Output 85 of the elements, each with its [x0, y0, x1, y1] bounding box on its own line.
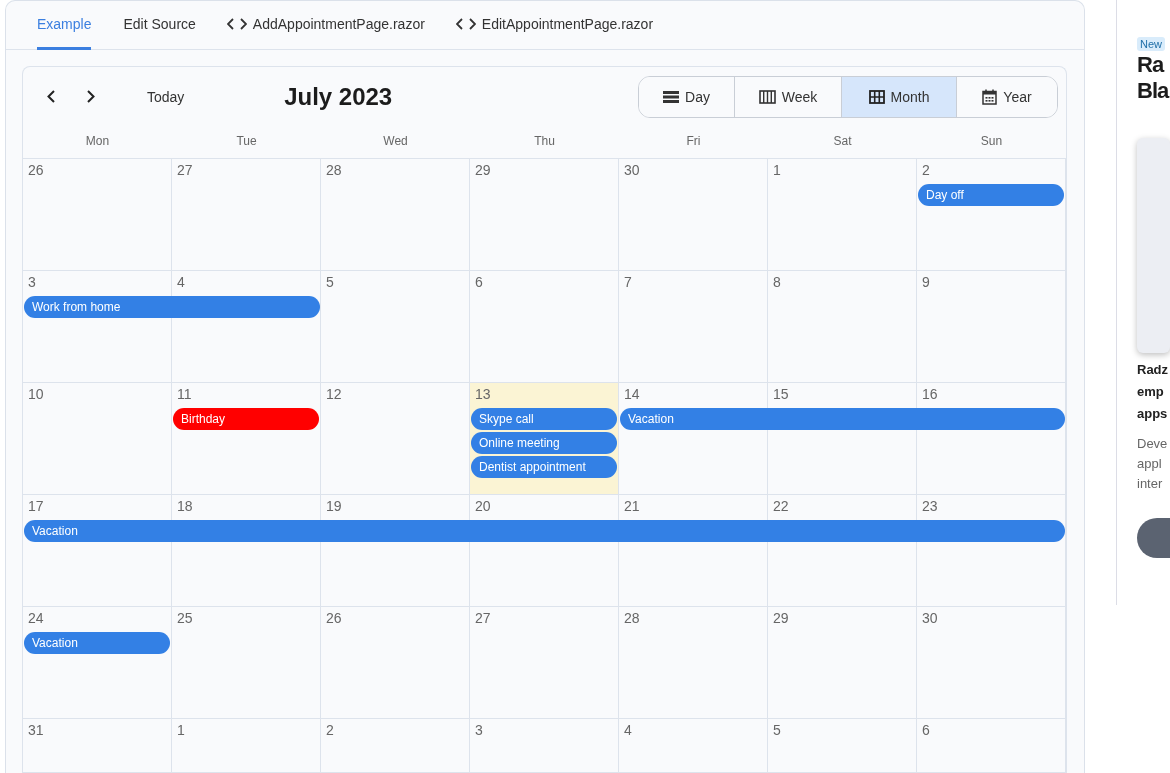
code-icon — [226, 18, 247, 30]
tab[interactable]: AddAppointmentPage.razor — [226, 1, 440, 50]
weekday-header: Sun — [979, 133, 1004, 150]
event-bar[interactable]: Day off — [918, 184, 1064, 206]
month-view-icon — [868, 89, 885, 104]
day-number: 14 — [623, 385, 640, 404]
day-number: 21 — [623, 497, 640, 516]
promo-title: Ra — [1137, 52, 1165, 78]
chevron-right-icon — [87, 90, 95, 103]
calendar-title: July 2023 — [283, 82, 394, 111]
event-bar[interactable]: Online meeting — [471, 432, 617, 454]
promo-subtitle: apps — [1137, 405, 1169, 423]
code-icon — [455, 18, 476, 30]
day-number: 25 — [176, 609, 193, 628]
weekday-header: Tue — [235, 133, 258, 150]
day-number: 5 — [325, 273, 334, 292]
promo-subtitle: emp — [1137, 383, 1165, 401]
day-number: 30 — [921, 609, 938, 628]
day-number: 15 — [772, 385, 789, 404]
week-view-icon — [758, 89, 776, 104]
day-number: 13 — [474, 385, 491, 404]
weekday-header: Wed — [382, 133, 409, 150]
day-number: 8 — [772, 273, 781, 292]
day-number: 4 — [176, 273, 185, 292]
day-number: 1 — [176, 721, 185, 740]
day-view-icon — [663, 90, 680, 103]
promo-subtitle: Radz — [1137, 361, 1170, 379]
tab[interactable]: Edit Source — [123, 1, 211, 50]
new-badge: New — [1137, 37, 1165, 51]
today-button[interactable]: Today — [143, 82, 189, 111]
day-number: 20 — [474, 497, 491, 516]
promo-text: appl — [1137, 455, 1163, 473]
day-number: 1 — [772, 161, 781, 180]
day-number: 19 — [325, 497, 342, 516]
chevron-left-icon — [47, 90, 55, 103]
event-bar[interactable]: Vacation — [24, 520, 1065, 542]
day-number: 10 — [27, 385, 44, 404]
tab[interactable]: EditAppointmentPage.razor — [455, 1, 669, 50]
day-number: 9 — [921, 273, 930, 292]
event-bar[interactable]: Vacation — [24, 632, 170, 654]
promo-title: Bla — [1137, 78, 1170, 104]
day-number: 5 — [772, 721, 781, 740]
day-number: 22 — [772, 497, 789, 516]
day-number: 2 — [921, 161, 930, 180]
day-number: 24 — [27, 609, 44, 628]
day-number: 27 — [176, 161, 193, 180]
view-button[interactable]: Month — [841, 76, 956, 117]
calendar-icon — [982, 88, 998, 105]
day-number: 3 — [474, 721, 483, 740]
day-number: 26 — [27, 161, 44, 180]
weekday-header: Thu — [533, 133, 556, 150]
promo-text: Deve — [1137, 435, 1169, 453]
day-number: 27 — [474, 609, 491, 628]
day-number: 6 — [474, 273, 483, 292]
day-number: 30 — [623, 161, 640, 180]
promo-button[interactable] — [1137, 518, 1170, 558]
promo-text: inter — [1137, 475, 1164, 493]
weekday-header: Fri — [685, 133, 702, 150]
day-number: 28 — [623, 609, 640, 628]
day-number: 12 — [325, 385, 342, 404]
day-number: 29 — [772, 609, 789, 628]
day-number: 23 — [921, 497, 938, 516]
day-number: 18 — [176, 497, 193, 516]
day-number: 31 — [27, 721, 44, 740]
day-number: 11 — [176, 385, 192, 404]
day-number: 26 — [325, 609, 342, 628]
day-number: 4 — [623, 721, 632, 740]
day-number: 17 — [27, 497, 44, 516]
day-number: 2 — [325, 721, 334, 740]
event-bar[interactable]: Skype call — [471, 408, 617, 430]
event-bar[interactable]: Work from home — [24, 296, 320, 318]
day-number: 6 — [921, 721, 930, 740]
today-cell[interactable]: 13 Skype call Online meeting Dentist appointment — [470, 383, 619, 495]
day-number: 16 — [921, 385, 938, 404]
day-number: 29 — [474, 161, 491, 180]
event-bar[interactable]: Vacation — [620, 408, 1065, 430]
day-number: 28 — [325, 161, 342, 180]
tab[interactable]: Example — [37, 1, 92, 50]
event-bar[interactable]: Birthday — [173, 408, 319, 430]
day-number: 3 — [27, 273, 36, 292]
day-number: 7 — [623, 273, 632, 292]
view-button[interactable]: Year — [956, 76, 1057, 117]
weekday-header: Mon — [84, 133, 111, 150]
weekday-header: Sat — [832, 133, 853, 150]
event-bar[interactable]: Dentist appointment — [471, 456, 617, 478]
